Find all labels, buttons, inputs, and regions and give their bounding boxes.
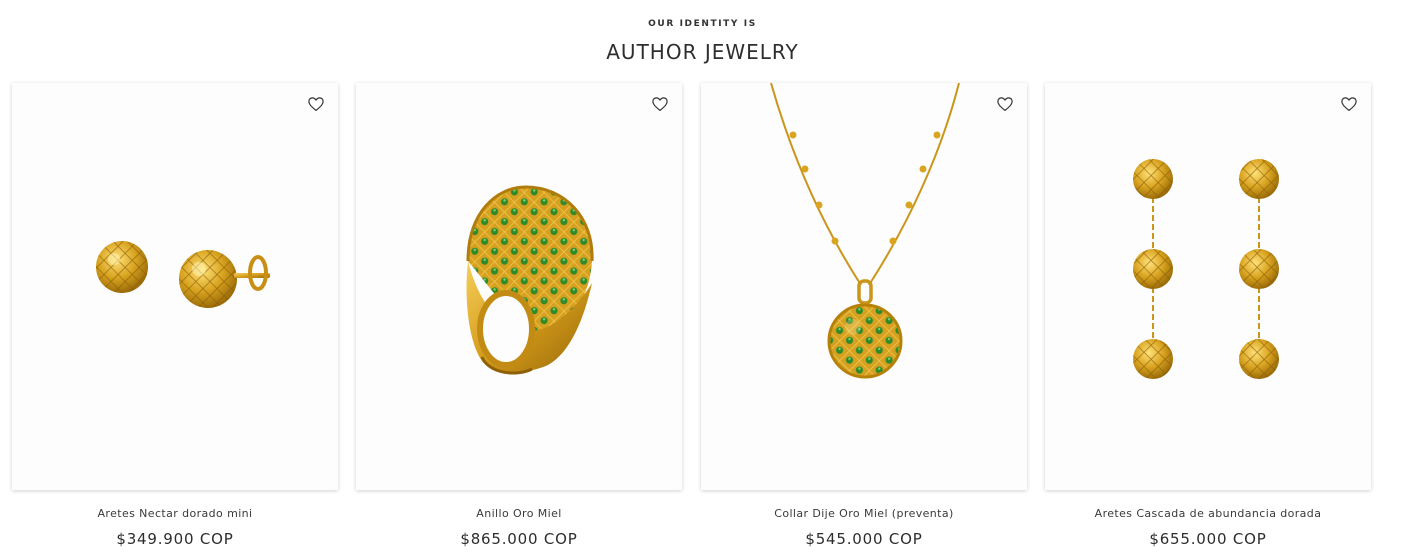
section-eyebrow: OUR IDENTITY IS [648,19,757,29]
product-name[interactable]: Aretes Nectar dorado mini [12,507,338,520]
wishlist-button[interactable] [651,95,669,113]
dome-ring-image [466,185,594,375]
product-card[interactable]: Aretes Nectar dorado mini $349.900 COP [12,83,338,548]
pendant-necklace-image [770,83,960,379]
heart-outline-icon [308,97,324,111]
product-image[interactable] [356,83,682,490]
product-name[interactable]: Anillo Oro Miel [356,507,682,520]
product-image[interactable] [12,83,338,490]
stud-earrings-image [96,241,270,308]
product-price: $865.000 COP [460,530,578,548]
product-price: $545.000 COP [805,530,923,548]
heart-outline-icon [1341,97,1357,111]
product-card[interactable]: Collar Dije Oro Miel (preventa) $545.000… [701,83,1027,548]
product-price: $349.900 COP [116,530,234,548]
section-title: AUTHOR JEWELRY [606,40,799,64]
wishlist-button[interactable] [1340,95,1358,113]
product-name[interactable]: Aretes Cascada de abundancia dorada [1045,507,1371,520]
product-price: $655.000 COP [1149,530,1267,548]
wishlist-button[interactable] [307,95,325,113]
product-image[interactable] [701,83,1027,490]
product-card[interactable]: Aretes Cascada de abundancia dorada $655… [1045,83,1371,548]
wishlist-button[interactable] [996,95,1014,113]
product-image[interactable] [1045,83,1371,490]
product-card[interactable]: Anillo Oro Miel $865.000 COP [356,83,682,548]
product-name[interactable]: Collar Dije Oro Miel (preventa) [701,507,1027,520]
drop-earrings-image [1133,159,1279,379]
heart-outline-icon [652,97,668,111]
heart-outline-icon [997,97,1013,111]
